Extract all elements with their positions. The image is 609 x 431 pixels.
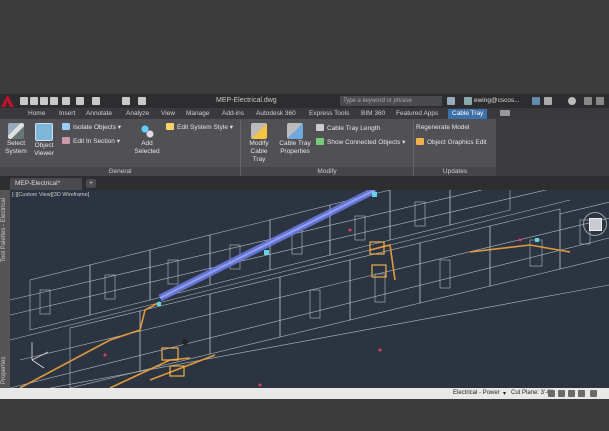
tab-bim-360[interactable]: BIM 360 — [361, 109, 385, 119]
updates-panel-label[interactable]: Updates — [414, 167, 496, 176]
title-bar: MEP-Electrical.dwg Type a keyword or phr… — [0, 94, 609, 108]
plot-icon[interactable] — [62, 97, 70, 105]
customization-icon[interactable] — [590, 390, 597, 397]
ribbon-empty-area — [496, 119, 609, 176]
tab-home[interactable]: Home — [28, 109, 45, 119]
sign-in-icon[interactable] — [464, 97, 472, 105]
modify-cable-tray-icon — [251, 123, 267, 139]
viewport-controls-label[interactable]: [-][Custom View][3D Wireframe] — [12, 192, 89, 198]
tab-add-ins[interactable]: Add-ins — [222, 109, 244, 119]
save-as-icon[interactable] — [50, 97, 58, 105]
user-name[interactable]: ewing@cscos... — [474, 97, 520, 104]
object-viewer-icon — [35, 123, 53, 141]
new-icon[interactable] — [20, 97, 28, 105]
select-system-button[interactable]: Select System — [4, 123, 28, 156]
tool-palettes-label[interactable]: Tool Palettes - Electrical — [1, 198, 7, 262]
tab-featured-apps[interactable]: Featured Apps — [396, 109, 438, 119]
section-icon — [62, 137, 70, 144]
select-system-icon — [8, 123, 24, 139]
object-graphics-edit-button[interactable]: Object Graphics Edit — [416, 138, 487, 146]
workspace-icon[interactable] — [122, 97, 130, 105]
annotation-scale-icon[interactable] — [548, 390, 555, 397]
regenerate-model-button[interactable]: Regenerate Model — [416, 124, 469, 131]
match-properties-icon[interactable] — [138, 97, 146, 105]
system-style-icon — [166, 123, 174, 130]
object-viewer-button[interactable]: Object Viewer — [32, 123, 56, 158]
modify-panel-label[interactable]: Modify — [241, 167, 413, 176]
properties-label[interactable]: Properties — [1, 357, 7, 384]
cable-tray-length-button[interactable]: Cable Tray Length — [316, 124, 380, 132]
tab-analyze[interactable]: Analyze — [126, 109, 149, 119]
hardware-acceleration-icon[interactable] — [578, 390, 585, 397]
cable-tray-properties-icon — [287, 123, 303, 139]
length-icon — [316, 124, 324, 131]
tab-annotate[interactable]: Annotate — [86, 109, 112, 119]
modify-cable-tray-button[interactable]: Modify Cable Tray — [244, 123, 274, 164]
tab-express-tools[interactable]: Express Tools — [309, 109, 349, 119]
system-dropdown[interactable]: Electrical - Power — [453, 390, 500, 396]
connected-objects-icon — [316, 138, 324, 145]
tab-manage[interactable]: Manage — [186, 109, 210, 119]
add-selected-button[interactable]: Add Selected — [132, 123, 162, 156]
add-selected-icon — [139, 123, 155, 139]
save-icon[interactable] — [40, 97, 48, 105]
edit-in-section-button[interactable]: Edit In Section ▾ — [62, 137, 120, 145]
edit-system-style-button[interactable]: Edit System Style ▾ — [166, 123, 233, 131]
application-menu-icon[interactable] — [1, 95, 14, 107]
undo-icon[interactable] — [76, 97, 84, 105]
exchange-icon[interactable] — [532, 97, 540, 105]
document-title: MEP-Electrical.dwg — [216, 97, 277, 104]
help-icon[interactable] — [568, 97, 576, 105]
cut-plane-setting[interactable]: Cut Plane: 3'-6" — [511, 390, 553, 396]
a360-icon[interactable] — [544, 97, 552, 105]
graphics-edit-icon — [416, 138, 424, 145]
document-tab[interactable]: MEP-Electrical* — [10, 178, 82, 190]
model-wireframe — [10, 190, 609, 388]
viewcube-icon[interactable] — [583, 212, 607, 236]
general-panel-label[interactable]: General — [0, 167, 240, 176]
ribbon-display-icon[interactable] — [500, 110, 510, 116]
show-connected-objects-button[interactable]: Show Connected Objects ▾ — [316, 138, 405, 146]
document-tab-bar: MEP-Electrical* + — [0, 176, 609, 190]
redo-icon[interactable] — [92, 97, 100, 105]
new-tab-button[interactable]: + — [86, 179, 96, 188]
open-icon[interactable] — [30, 97, 38, 105]
minimize-icon[interactable] — [584, 97, 592, 105]
palette-strip[interactable]: Tool Palettes - Electrical Properties — [0, 190, 10, 388]
search-input[interactable]: Type a keyword or phrase — [340, 96, 442, 106]
tab-view[interactable]: View — [161, 109, 175, 119]
isolate-objects-button[interactable]: Isolate Objects ▾ — [62, 123, 121, 131]
tab-insert[interactable]: Insert — [59, 109, 75, 119]
cable-tray-properties-button[interactable]: Cable Tray Properties — [278, 123, 312, 156]
tab-autodesk-360[interactable]: Autodesk 360 — [256, 109, 296, 119]
workspace-switch-icon[interactable] — [558, 390, 565, 397]
isolate-icon — [62, 123, 70, 130]
search-icon[interactable] — [447, 97, 455, 105]
ribbon-tab-bar: Home Insert Annotate Analyze View Manage… — [0, 108, 609, 119]
dropdown-arrow-icon[interactable]: ▾ — [503, 390, 506, 397]
drawing-viewport[interactable]: [-][Custom View][3D Wireframe] — [10, 190, 609, 388]
tab-cable-tray[interactable]: Cable Tray — [448, 109, 488, 119]
status-bar: Electrical - Power ▾ Cut Plane: 3'-6" — [0, 388, 609, 399]
maximize-icon[interactable] — [596, 97, 604, 105]
isolate-objects-icon[interactable] — [568, 390, 575, 397]
ribbon-panel: Select System Object Viewer Isolate Obje… — [0, 119, 496, 176]
